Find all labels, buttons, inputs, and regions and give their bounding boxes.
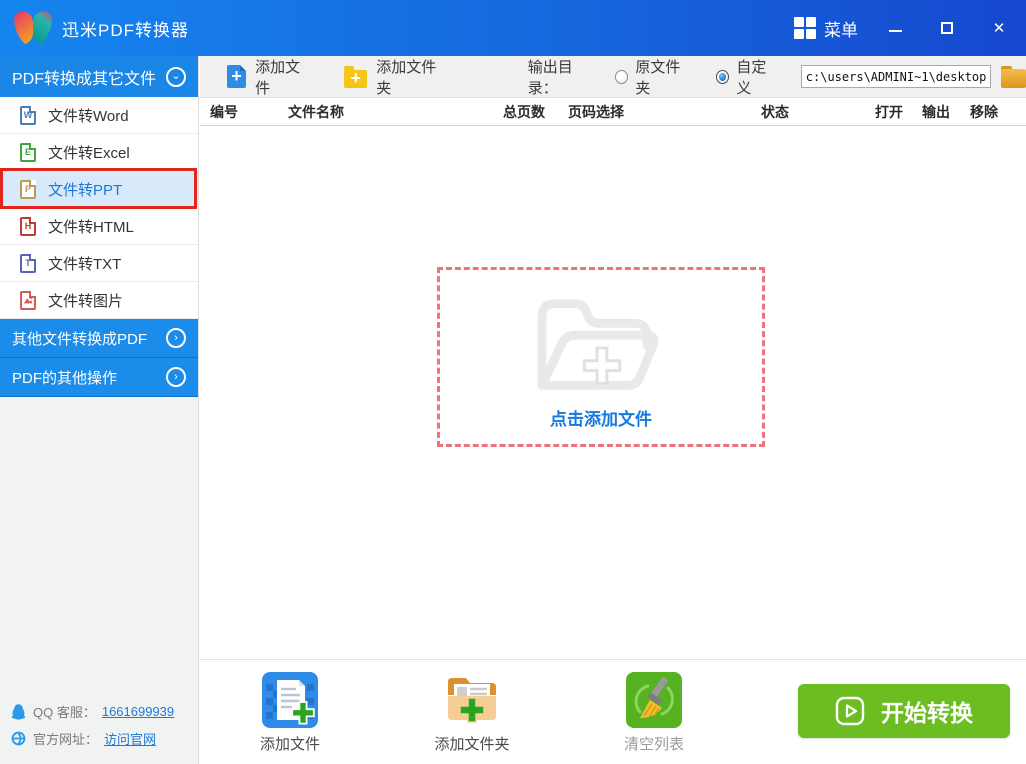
col-total-pages: 总页数 [503, 104, 545, 120]
sidebar-group-label: PDF的其他操作 [12, 369, 118, 387]
sidebar-group-other-to-pdf[interactable]: 其他文件转换成PDF › [0, 319, 198, 358]
col-open: 打开 [875, 104, 903, 120]
sidebar-item-label: 文件转HTML [48, 218, 134, 236]
add-folder-toolbar-button[interactable]: + 添加文件夹 [344, 56, 447, 98]
col-filename: 文件名称 [288, 104, 344, 120]
clear-list-label: 清空列表 [623, 736, 684, 753]
radio-custom-folder[interactable]: 自定义 [716, 56, 779, 98]
sidebar-item-label: 文件转Excel [48, 144, 130, 162]
dropzone-label: 点击添加文件 [550, 409, 652, 429]
output-dir-label: 输出目录： [527, 58, 573, 97]
sidebar-group-pdf-other-ops[interactable]: PDF的其他操作 › [0, 358, 198, 397]
app-logo-icon [14, 11, 52, 45]
add-file-big-label: 添加文件 [259, 736, 320, 753]
qq-penguin-icon [11, 704, 26, 720]
sidebar-item-label: 文件转PPT [48, 181, 123, 199]
add-folder-big-icon [448, 678, 496, 723]
sidebar-group-pdf-to-other[interactable]: PDF转换成其它文件 ⌄ [0, 56, 198, 97]
col-remove: 移除 [970, 104, 998, 120]
add-folder-big-label: 添加文件夹 [434, 736, 510, 753]
app-window: 迅米PDF转换器 菜单 ✕ PDF转换成其它文件 ⌄ W 文件转Word E 文… [0, 0, 1026, 764]
add-file-icon: + [227, 65, 247, 88]
txt-doc-icon: T [20, 253, 36, 273]
grid-menu-icon [794, 17, 816, 39]
sidebar-item-pdf-to-image[interactable]: 文件转图片 [0, 282, 198, 319]
radio-custom-label: 自定义 [736, 58, 767, 97]
sidebar-item-pdf-to-ppt[interactable]: P 文件转PPT [0, 168, 198, 209]
col-status: 状态 [761, 104, 789, 120]
word-doc-icon: W [20, 105, 36, 125]
col-number: 编号 [210, 104, 238, 120]
radio-original-label: 原文件夹 [635, 58, 681, 97]
official-site-label: 官方网址： [33, 732, 99, 747]
sidebar-item-label: 文件转图片 [48, 292, 124, 310]
minimize-button[interactable] [884, 17, 906, 39]
open-folder-plus-icon [537, 298, 659, 390]
chevron-right-circle-icon: › [166, 367, 186, 387]
ppt-doc-icon: P [20, 179, 36, 199]
dropzone-add-files[interactable]: 点击添加文件 [437, 267, 765, 447]
col-output: 输出 [922, 104, 950, 120]
html-doc-icon: H [20, 216, 36, 236]
play-icon [835, 696, 865, 726]
add-folder-big-button[interactable]: 添加文件夹 [424, 672, 520, 754]
radio-unchecked-icon [615, 69, 629, 84]
sidebar-item-pdf-to-word[interactable]: W 文件转Word [0, 97, 198, 134]
main-panel: + 添加文件 + 添加文件夹 输出目录： 原文件夹 自定义 c:\users\A… [200, 56, 1026, 764]
sidebar-item-label: 文件转Word [48, 107, 129, 125]
official-site-link[interactable]: 访问官网 [104, 729, 156, 748]
sidebar-group-label: PDF转换成其它文件 [12, 70, 157, 88]
add-folder-icon: + [344, 65, 368, 88]
add-file-label: 添加文件 [255, 58, 301, 97]
excel-doc-icon: E [20, 142, 36, 162]
bottom-bar: 添加文件 添加文件夹 清空列表 开始转换 [200, 659, 1026, 763]
sidebar-item-pdf-to-excel[interactable]: E 文件转Excel [0, 134, 198, 171]
file-list-area: 点击添加文件 [200, 126, 1026, 659]
ie-browser-icon [11, 731, 26, 746]
sidebar-item-label: 文件转TXT [48, 255, 122, 273]
qq-number-link[interactable]: 1661699939 [102, 704, 174, 719]
add-folder-label: 添加文件夹 [376, 58, 437, 97]
add-file-big-button[interactable]: 添加文件 [242, 672, 338, 754]
clear-list-button[interactable]: 清空列表 [606, 672, 702, 754]
sidebar: PDF转换成其它文件 ⌄ W 文件转Word E 文件转Excel P 文件转P… [0, 56, 199, 764]
add-file-toolbar-button[interactable]: + 添加文件 [227, 56, 312, 98]
browse-folder-button[interactable] [1001, 65, 1026, 88]
menu-button[interactable]: 菜单 [794, 16, 858, 41]
radio-original-folder[interactable]: 原文件夹 [615, 56, 692, 98]
maximize-button[interactable] [936, 17, 958, 39]
qq-service-label: QQ 客服： [33, 705, 96, 720]
sidebar-item-pdf-to-txt[interactable]: T 文件转TXT [0, 245, 198, 282]
close-button[interactable]: ✕ [988, 17, 1010, 39]
start-convert-button[interactable]: 开始转换 [798, 684, 1010, 738]
chevron-right-circle-icon: › [166, 328, 186, 348]
output-path-input[interactable] [800, 65, 992, 88]
sidebar-group-label: 其他文件转换成PDF [12, 330, 148, 348]
toolbar: + 添加文件 + 添加文件夹 输出目录： 原文件夹 自定义 [200, 56, 1026, 98]
sidebar-item-pdf-to-html[interactable]: H 文件转HTML [0, 208, 198, 245]
app-title: 迅米PDF转换器 [62, 20, 189, 40]
chevron-down-circle-icon: ⌄ [166, 66, 186, 87]
add-file-big-icon [262, 672, 318, 728]
titlebar: 迅米PDF转换器 菜单 ✕ [0, 0, 1026, 56]
radio-checked-icon [716, 69, 730, 84]
sidebar-footer: QQ 客服： 1661699939 官方网址： 访问官网 [0, 698, 198, 752]
maximize-icon [941, 22, 953, 34]
minimize-icon [888, 30, 902, 32]
start-convert-label: 开始转换 [881, 700, 973, 726]
clear-list-icon [626, 672, 682, 728]
col-page-select: 页码选择 [568, 104, 624, 120]
file-table-header: 编号 文件名称 总页数 页码选择 状态 打开 输出 移除 [200, 98, 1026, 126]
menu-label: 菜单 [824, 20, 858, 40]
image-icon [20, 290, 36, 310]
